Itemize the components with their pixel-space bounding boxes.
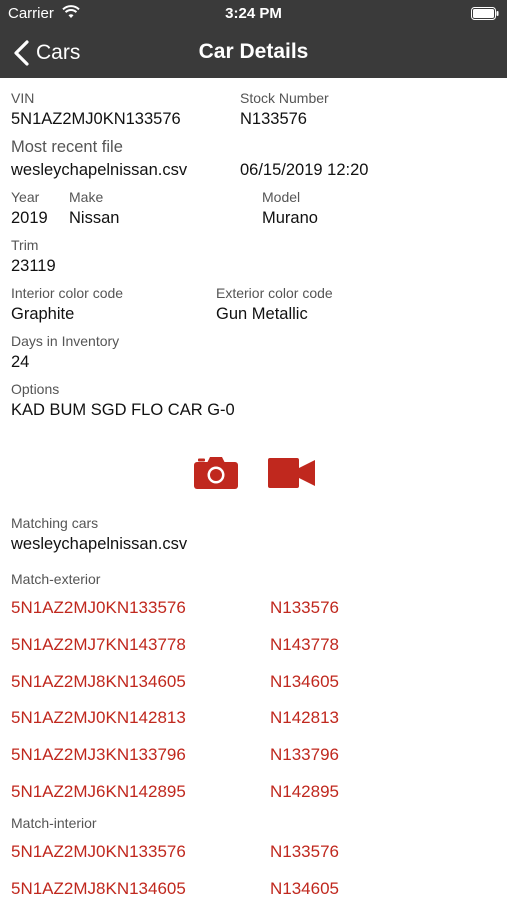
make-label: Make <box>69 189 104 205</box>
matching-car-stock: N133576 <box>270 842 340 861</box>
status-bar: Carrier 3:24 PM <box>0 0 507 28</box>
matching-car-row[interactable]: 5N1AZ2MJ8KN134605 N134605 <box>0 871 507 900</box>
trim-label: Trim <box>11 237 39 253</box>
matching-car-vin: 5N1AZ2MJ8KN134605 <box>11 878 186 898</box>
matching-car-stock: N133576 <box>270 598 340 617</box>
matching-cars-file: wesleychapelnissan.csv <box>11 535 188 553</box>
matching-car-row[interactable]: 5N1AZ2MJ7KN143778 N143778 <box>0 627 507 663</box>
matching-car-stock: N134605 <box>270 671 340 691</box>
most-recent-file-date: 06/15/2019 12:20 <box>240 161 369 179</box>
exterior-color-label: Exterior color code <box>216 285 333 301</box>
matching-car-vin: 5N1AZ2MJ8KN134605 <box>11 671 186 691</box>
vin-value: 5N1AZ2MJ0KN133576 <box>11 110 181 128</box>
options-value: KAD BUM SGD FLO CAR G-0 <box>11 401 235 419</box>
matching-car-vin: 5N1AZ2MJ3KN133796 <box>11 745 186 765</box>
matching-car-row[interactable]: 5N1AZ2MJ3KN133796 N133796 <box>0 737 507 773</box>
matching-car-stock: N133796 <box>270 745 340 765</box>
days-in-inventory-label: Days in Inventory <box>11 333 120 349</box>
battery-icon <box>471 7 499 20</box>
car-details-content[interactable]: VIN 5N1AZ2MJ0KN133576 Stock Number N1335… <box>0 78 507 900</box>
options-label: Options <box>11 381 60 397</box>
stock-number-value: N133576 <box>240 110 307 128</box>
matching-car-row[interactable]: 5N1AZ2MJ6KN142895 N142895 <box>0 774 507 810</box>
vin-label: VIN <box>11 90 35 106</box>
most-recent-file-label: Most recent file <box>11 138 123 156</box>
matching-car-vin: 5N1AZ2MJ0KN133576 <box>11 598 186 617</box>
matching-car-row[interactable]: 5N1AZ2MJ0KN142813 N142813 <box>0 700 507 736</box>
matching-car-row[interactable]: 5N1AZ2MJ8KN134605 N134605 <box>0 664 507 700</box>
matching-car-vin: 5N1AZ2MJ6KN142895 <box>11 782 186 801</box>
camera-icon[interactable] <box>194 457 238 489</box>
page-title: Car Details <box>198 40 309 63</box>
year-value: 2019 <box>11 209 48 227</box>
navigation-bar: Cars Car Details <box>0 28 507 78</box>
matching-car-row[interactable]: 5N1AZ2MJ0KN133576 N133576 <box>0 590 507 626</box>
model-label: Model <box>262 189 301 205</box>
matching-cars-label: Matching cars <box>11 515 99 531</box>
matching-car-vin: 5N1AZ2MJ0KN133576 <box>11 842 186 861</box>
clock: 3:24 PM <box>225 5 282 22</box>
matching-car-vin: 5N1AZ2MJ7KN143778 <box>11 634 186 654</box>
model-value: Murano <box>262 209 318 227</box>
matching-car-stock: N142895 <box>270 782 340 801</box>
match-exterior-label: Match-exterior <box>11 571 101 587</box>
matching-car-row[interactable]: 5N1AZ2MJ0KN133576 N133576 <box>0 834 507 870</box>
matching-car-stock: N134605 <box>270 878 340 898</box>
most-recent-file-value: wesleychapelnissan.csv <box>11 161 188 179</box>
interior-color-label: Interior color code <box>11 285 124 301</box>
stock-number-label: Stock Number <box>240 90 329 106</box>
make-value: Nissan <box>69 209 120 227</box>
interior-color-value: Graphite <box>11 305 75 323</box>
year-label: Year <box>11 189 40 205</box>
matching-car-stock: N142813 <box>270 708 340 728</box>
matching-car-vin: 5N1AZ2MJ0KN142813 <box>11 708 186 728</box>
trim-value: 23119 <box>11 257 56 275</box>
video-camera-icon[interactable] <box>268 458 315 488</box>
matching-car-stock: N143778 <box>270 634 340 654</box>
match-interior-label: Match-interior <box>11 815 97 831</box>
days-in-inventory-value: 24 <box>11 353 30 371</box>
exterior-color-value: Gun Metallic <box>216 305 308 323</box>
